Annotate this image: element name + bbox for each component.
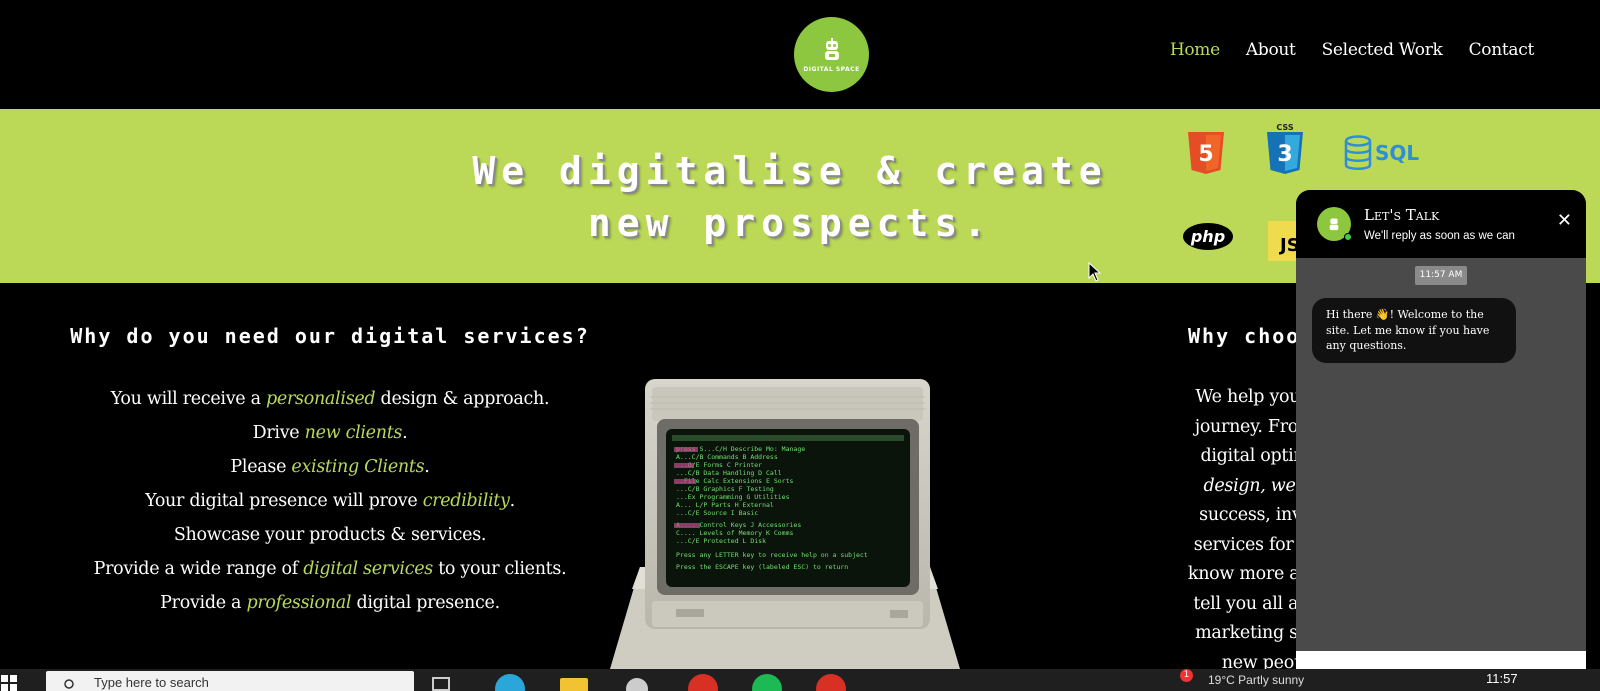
- benefits-list: You will receive a personalised design &…: [60, 382, 600, 620]
- css3-logo: CSS 3: [1267, 123, 1303, 174]
- chat-message: Hi there 👋! Welcome to the site. Let me …: [1312, 298, 1516, 363]
- list-item: Showcase your products & services.: [173, 525, 487, 545]
- site-header: DIGITAL SPACE Home About Selected Work C…: [0, 0, 1600, 109]
- svg-text:...C/B Data Handling D C: ...C/B Data Handling D Call: [676, 469, 782, 477]
- list-item: Provide a professional digital presence.: [160, 593, 500, 613]
- svg-text:...Ex Programming G U: ...Ex Programming G Utilities: [676, 493, 790, 501]
- svg-text:Press the ESCAPE key (labeled: Press the ESCAPE key (labeled ESC) to re…: [676, 563, 848, 571]
- chat-timestamp: 11:57 AM: [1415, 266, 1467, 285]
- chat-input-bar[interactable]: [1296, 651, 1586, 669]
- svg-text:3: 3: [1277, 142, 1292, 167]
- taskbar-clock[interactable]: 11:57: [1486, 671, 1518, 686]
- list-item: Provide a wide range of digital services…: [93, 559, 567, 579]
- svg-text:5: 5: [1198, 142, 1213, 167]
- retro-computer-image: press S...C/H Describe Mo: Manage A...C/…: [610, 379, 960, 669]
- services-column: Why do you need our digital services? Yo…: [60, 283, 600, 620]
- svg-text:C.... Levels of Memory K C: C.... Levels of Memory K Comms: [676, 529, 793, 537]
- nav-selected-work[interactable]: Selected Work: [1322, 40, 1443, 60]
- chat-widget[interactable]: Let's Talk We'll reply as soon as we can…: [1296, 190, 1586, 669]
- database-icon: [1344, 135, 1372, 170]
- edge-browser-icon[interactable]: [495, 674, 525, 691]
- chat-subtitle: We'll reply as soon as we can: [1364, 230, 1515, 242]
- chrome-icon[interactable]: [688, 674, 718, 691]
- svg-text:A...C/B Commands B A: A...C/B Commands B Address: [676, 453, 778, 461]
- php-label: php: [1190, 227, 1226, 246]
- spotify-icon[interactable]: [752, 674, 782, 691]
- notification-badge: 1: [1180, 669, 1193, 682]
- sql-logo: SQL: [1343, 135, 1419, 171]
- chat-header: Let's Talk We'll reply as soon as we can…: [1296, 190, 1586, 258]
- html5-logo: 5: [1188, 132, 1224, 174]
- nav-home[interactable]: Home: [1170, 40, 1220, 60]
- file-explorer-icon[interactable]: [560, 678, 588, 691]
- search-placeholder: Type here to search: [94, 675, 209, 690]
- svg-text:...C/B Graphics F T: ...C/B Graphics F Testing: [676, 485, 774, 493]
- logo-text: DIGITAL SPACE: [803, 65, 860, 73]
- svg-text:Press any LETTER key to receiv: Press any LETTER key to receive help on …: [676, 551, 868, 559]
- list-item: Your digital presence will prove credibi…: [145, 491, 515, 511]
- windows-start-icon[interactable]: [0, 674, 18, 691]
- nav-about[interactable]: About: [1246, 40, 1296, 60]
- windows-taskbar: Type here to search 1 19°C Partly sunny …: [0, 669, 1600, 691]
- weather-status[interactable]: 19°C Partly sunny: [1208, 673, 1304, 687]
- task-view-icon[interactable]: [432, 677, 450, 691]
- robot-icon: [824, 37, 839, 60]
- taskbar-search-box[interactable]: Type here to search: [46, 671, 414, 691]
- svg-text:...C/E Source I B: ...C/E Source I Basic: [676, 509, 758, 517]
- hero-title: We digitalise & create new prospects.: [472, 149, 1108, 245]
- main-nav: Home About Selected Work Contact: [1170, 40, 1534, 60]
- list-item: Drive new clients.: [252, 423, 408, 443]
- why-choose-heading: Why choo: [1188, 324, 1301, 348]
- chat-title: Let's Talk: [1364, 206, 1440, 224]
- search-icon: [64, 679, 74, 689]
- svg-text:A... L/P Parts H: A... L/P Parts H External: [676, 501, 774, 509]
- css-label: CSS: [1276, 123, 1293, 132]
- list-item: Please existing Clients.: [230, 457, 430, 477]
- nav-contact[interactable]: Contact: [1469, 40, 1535, 60]
- chrome-icon[interactable]: [816, 674, 846, 691]
- settings-gear-icon[interactable]: [626, 678, 648, 691]
- sql-label: SQL: [1375, 141, 1420, 165]
- php-logo: php: [1183, 223, 1233, 250]
- mouse-cursor-icon: [1088, 262, 1102, 282]
- online-status-dot: [1344, 233, 1352, 241]
- site-logo[interactable]: DIGITAL SPACE: [794, 17, 869, 92]
- list-item: You will receive a personalised design &…: [110, 389, 550, 409]
- robot-icon: [1329, 218, 1339, 231]
- services-heading: Why do you need our digital services?: [70, 324, 590, 348]
- svg-text:...C/E Protected L D: ...C/E Protected L Disk: [676, 537, 766, 545]
- close-icon[interactable]: ✕: [1557, 212, 1572, 230]
